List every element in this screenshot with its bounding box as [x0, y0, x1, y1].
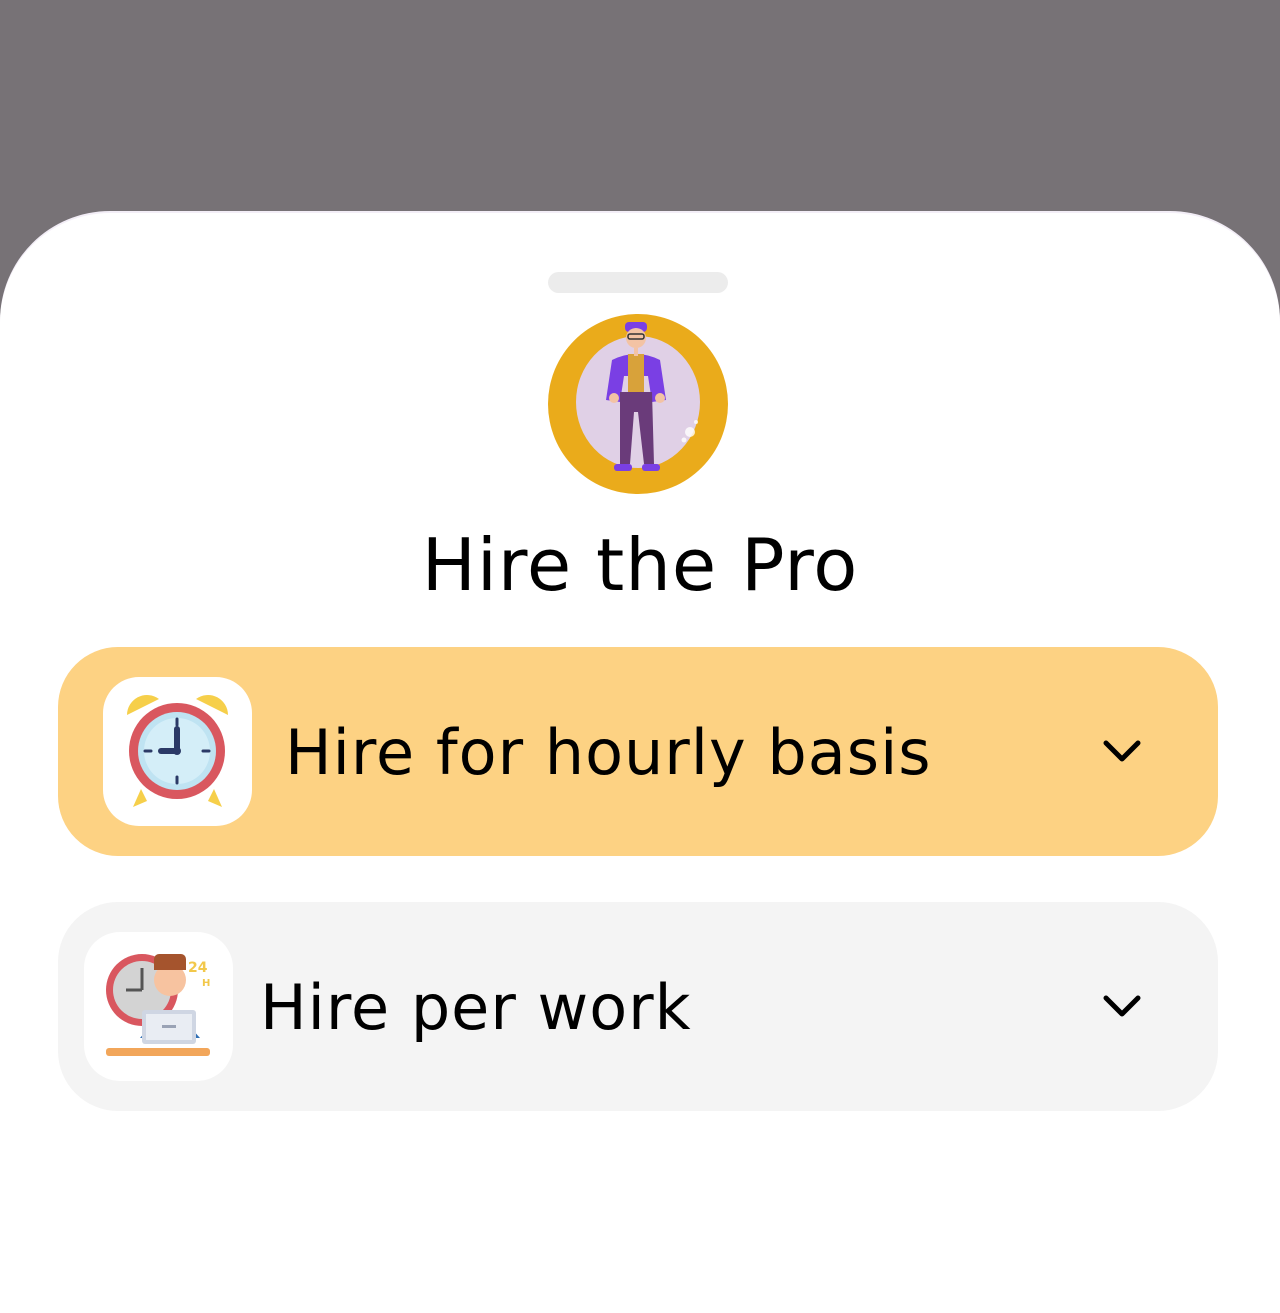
person-at-computer-icon: 24 H	[84, 932, 233, 1081]
person-standing-illustration-icon	[548, 314, 728, 494]
pro-avatar	[548, 314, 728, 494]
svg-text:H: H	[202, 978, 210, 989]
drag-handle[interactable]	[548, 272, 728, 293]
alarm-clock-icon	[103, 677, 252, 826]
option-hire-per-work-label: Hire per work	[260, 971, 692, 1044]
option-hire-per-work[interactable]: 24 H Hire per work	[58, 902, 1218, 1111]
sheet-title: Hire the Pro	[421, 523, 859, 607]
option-hire-hourly-label: Hire for hourly basis	[285, 716, 932, 789]
chevron-down-icon[interactable]	[1102, 990, 1142, 1020]
chevron-down-icon[interactable]	[1102, 735, 1142, 765]
svg-text:24: 24	[188, 960, 208, 976]
option-hire-hourly[interactable]: Hire for hourly basis	[58, 647, 1218, 856]
